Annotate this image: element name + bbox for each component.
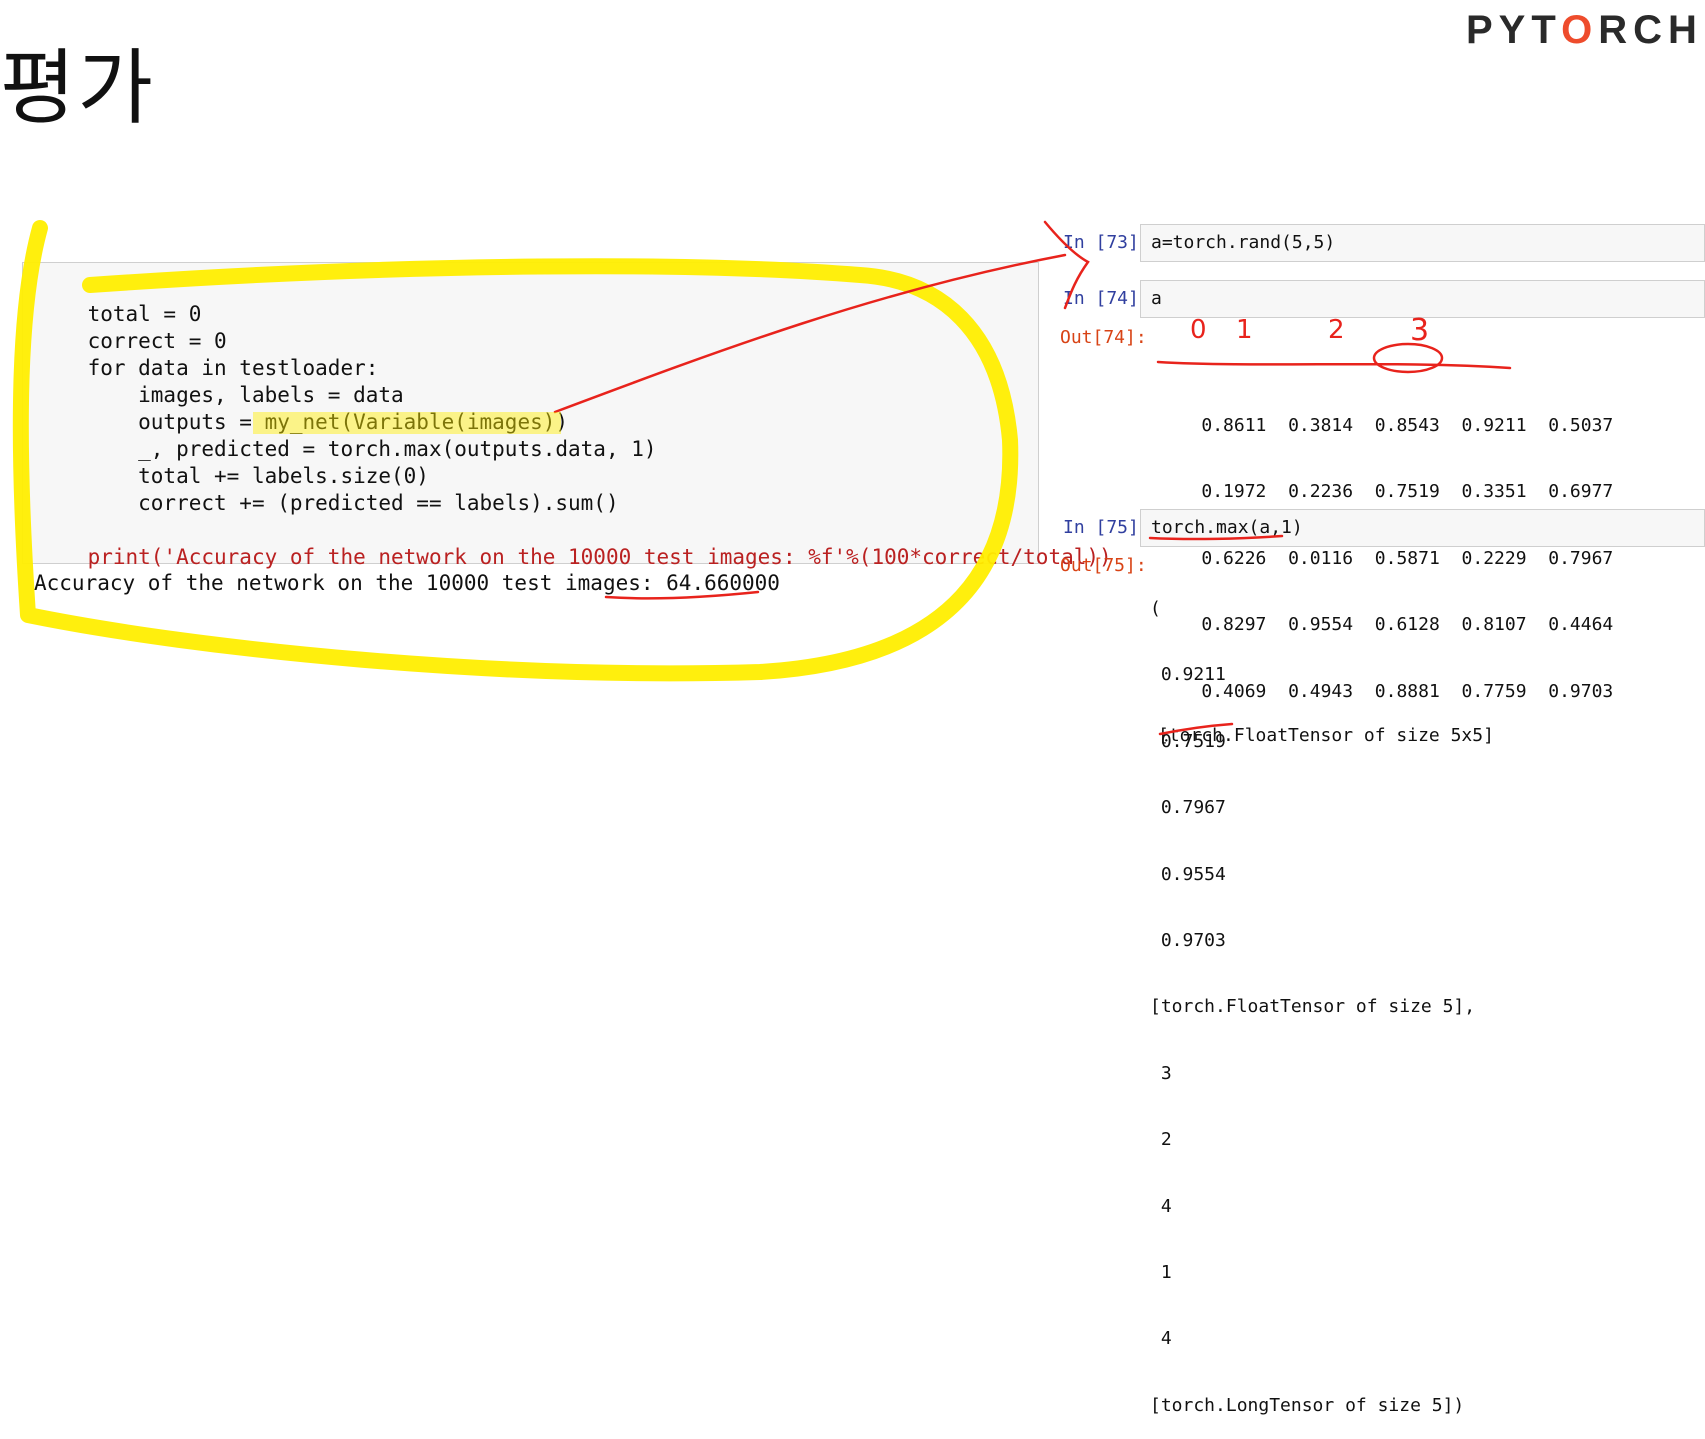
code-line-text: correct += (predicted == labels).sum(): [87, 491, 619, 515]
cell-output: Accuracy of the network on the 10000 tes…: [34, 571, 780, 595]
tensor-value: 0.8543: [1374, 415, 1440, 436]
tensor-row: 0.8611 0.3814 0.8543 0.9211 0.5037: [1158, 393, 1613, 436]
column-mark-0: 0: [1190, 315, 1207, 345]
tensor-value: 0.9211: [1461, 415, 1527, 436]
tensor-value: 0.3814: [1288, 415, 1354, 436]
output-line: 0.7519: [1150, 730, 1226, 752]
tensor-value: 0.6977: [1548, 481, 1614, 503]
output-line: 0.9554: [1150, 863, 1226, 885]
output-line: 4: [1150, 1195, 1172, 1217]
tensor-value: 0.2236: [1288, 481, 1354, 503]
prompt-out-75: Out[75]:: [1060, 555, 1147, 576]
tensor-value: 0.5037: [1548, 415, 1614, 436]
output-line: 0.7967: [1150, 797, 1226, 819]
column-mark-3: 3: [1410, 313, 1429, 348]
cell-75-code: torch.max(a,1): [1151, 517, 1303, 538]
pytorch-logo: PYTORCH: [1466, 7, 1703, 52]
column-mark-2: 2: [1328, 315, 1345, 345]
code-line-text: print('Accuracy of the network on the 10…: [87, 545, 1112, 569]
output-line: 4: [1150, 1328, 1172, 1350]
logo-text: PYTORCH: [1466, 7, 1703, 52]
code-cell-73[interactable]: a=torch.rand(5,5): [1140, 224, 1705, 262]
tensor-value: 0.1972: [1201, 481, 1267, 503]
tensor-output-75: ( 0.9211 0.7519 0.7967 0.9554 0.9703 [to…: [1150, 554, 1475, 1439]
tensor-value: 0.7967: [1548, 547, 1614, 569]
cell-74-code: a: [1151, 288, 1162, 309]
code-cell-75[interactable]: torch.max(a,1): [1140, 509, 1705, 547]
prompt-out-74: Out[74]:: [1060, 327, 1147, 348]
prompt-in-74: In [74]:: [1063, 288, 1150, 309]
prompt-in-75: In [75]:: [1063, 517, 1150, 538]
output-line: 1: [1150, 1261, 1172, 1283]
tensor-value: 0.3351: [1461, 481, 1527, 503]
tensor-row: 0.1972 0.2236 0.7519 0.3351 0.6977: [1158, 459, 1613, 502]
output-line: [torch.LongTensor of size 5]): [1150, 1394, 1465, 1416]
tensor-value: 0.7519: [1374, 481, 1440, 503]
tensor-value: 0.4464: [1548, 614, 1614, 636]
slide-title: 평가: [0, 41, 155, 136]
output-line: 0.9211: [1150, 664, 1226, 686]
prompt-in-73: In [73]:: [1063, 232, 1150, 253]
logo-flame-letter: O: [1561, 7, 1599, 52]
output-line: 3: [1150, 1062, 1172, 1084]
cell-73-code: a=torch.rand(5,5): [1151, 232, 1336, 253]
output-line: [torch.FloatTensor of size 5],: [1150, 996, 1476, 1018]
tensor-value: 0.9703: [1548, 680, 1614, 702]
output-line: (: [1150, 598, 1161, 619]
code-cell-74[interactable]: a: [1140, 280, 1705, 318]
output-line: 0.9703: [1150, 929, 1226, 951]
output-line: 2: [1150, 1129, 1172, 1151]
highlight-torchmax: [253, 412, 561, 434]
tensor-value: 0.8611: [1201, 415, 1267, 436]
column-mark-1: 1: [1236, 315, 1253, 345]
